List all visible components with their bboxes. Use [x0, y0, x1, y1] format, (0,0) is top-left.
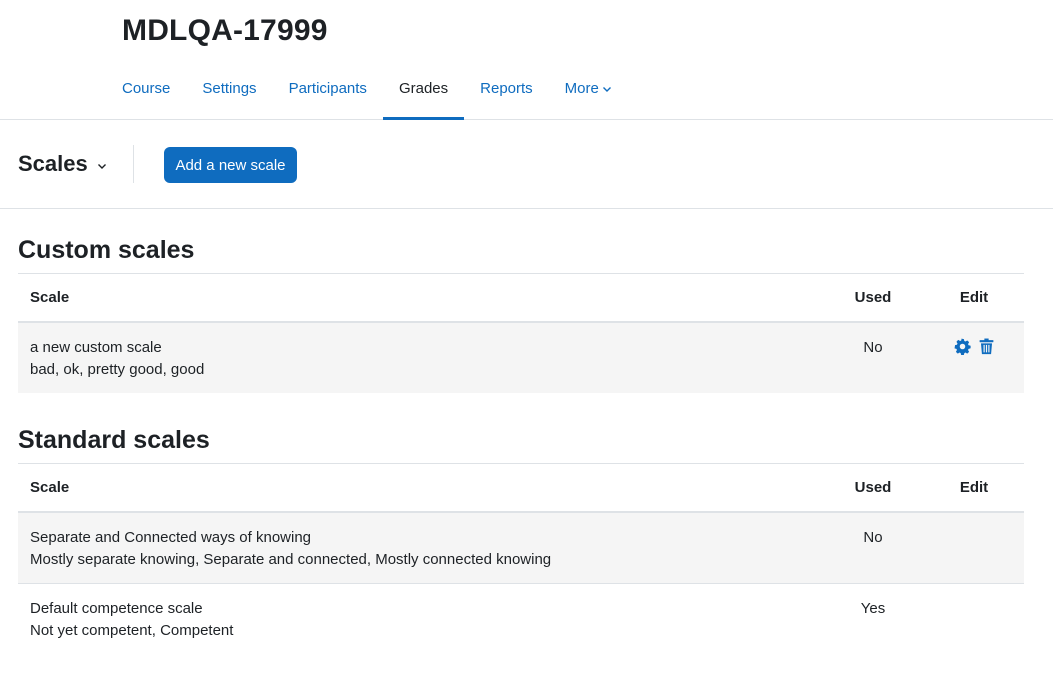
scale-cell: Separate and Connected ways of knowing M… — [18, 511, 822, 584]
tab-participants-label: Participants — [288, 80, 367, 97]
custom-scales-table: Scale Used Edit a new custom scale bad, … — [18, 273, 1024, 393]
custom-scales-heading: Custom scales — [18, 236, 195, 264]
scale-cell: a new custom scale bad, ok, pretty good,… — [18, 321, 822, 393]
column-header-used: Used — [822, 463, 924, 513]
column-header-edit: Edit — [924, 273, 1024, 323]
scale-items: Mostly separate knowing, Separate and co… — [30, 550, 552, 568]
scale-name: a new custom scale — [30, 338, 162, 356]
course-header: MDLQA-17999 Course Settings Participants… — [0, 0, 1053, 120]
tab-participants[interactable]: Participants — [273, 62, 383, 120]
standard-scales-heading: Standard scales — [18, 426, 210, 454]
used-value: No — [822, 321, 924, 393]
chevron-down-icon — [97, 164, 106, 169]
tab-reports[interactable]: Reports — [464, 62, 549, 120]
scale-items: Not yet competent, Competent — [30, 621, 234, 639]
edit-cell — [924, 321, 1024, 393]
column-header-scale: Scale — [18, 273, 822, 323]
divider — [133, 145, 134, 183]
trash-icon[interactable] — [978, 338, 995, 355]
scales-selector-label: Scales — [18, 151, 88, 176]
table-row: Default competence scale Not yet compete… — [18, 583, 1024, 654]
scale-name: Separate and Connected ways of knowing — [30, 528, 312, 546]
table-row: Separate and Connected ways of knowing M… — [18, 511, 1024, 584]
scale-name: Default competence scale — [30, 599, 203, 617]
add-new-scale-button[interactable]: Add a new scale — [164, 147, 297, 183]
table-row: a new custom scale bad, ok, pretty good,… — [18, 321, 1024, 393]
tab-more-label: More — [564, 80, 599, 97]
standard-scales-table: Scale Used Edit Separate and Connected w… — [18, 463, 1024, 654]
column-header-edit: Edit — [924, 463, 1024, 513]
tab-more[interactable]: More — [549, 62, 628, 120]
tab-grades-label: Grades — [398, 80, 449, 97]
scale-items: bad, ok, pretty good, good — [30, 360, 205, 378]
tab-course[interactable]: Course — [106, 62, 186, 120]
edit-cell — [924, 583, 1024, 654]
tab-settings[interactable]: Settings — [186, 62, 272, 120]
gear-icon[interactable] — [954, 338, 971, 355]
used-value: Yes — [860, 599, 886, 617]
tertiary-navigation: Scales Add a new scale — [0, 120, 1053, 209]
tab-settings-label: Settings — [202, 80, 257, 97]
scales-page-selector[interactable]: Scales — [18, 151, 107, 177]
tab-grades[interactable]: Grades — [382, 62, 465, 120]
edit-cell — [924, 511, 1024, 584]
used-value: No — [822, 511, 924, 584]
scale-cell: Default competence scale Not yet compete… — [18, 583, 822, 654]
tab-course-label: Course — [122, 80, 171, 97]
tab-reports-label: Reports — [480, 80, 533, 97]
chevron-down-icon — [602, 87, 611, 93]
secondary-navigation: Course Settings Participants Grades Repo… — [106, 62, 628, 120]
column-header-used: Used — [822, 273, 924, 323]
page-title: MDLQA-17999 — [122, 14, 328, 47]
column-header-scale: Scale — [18, 463, 822, 513]
